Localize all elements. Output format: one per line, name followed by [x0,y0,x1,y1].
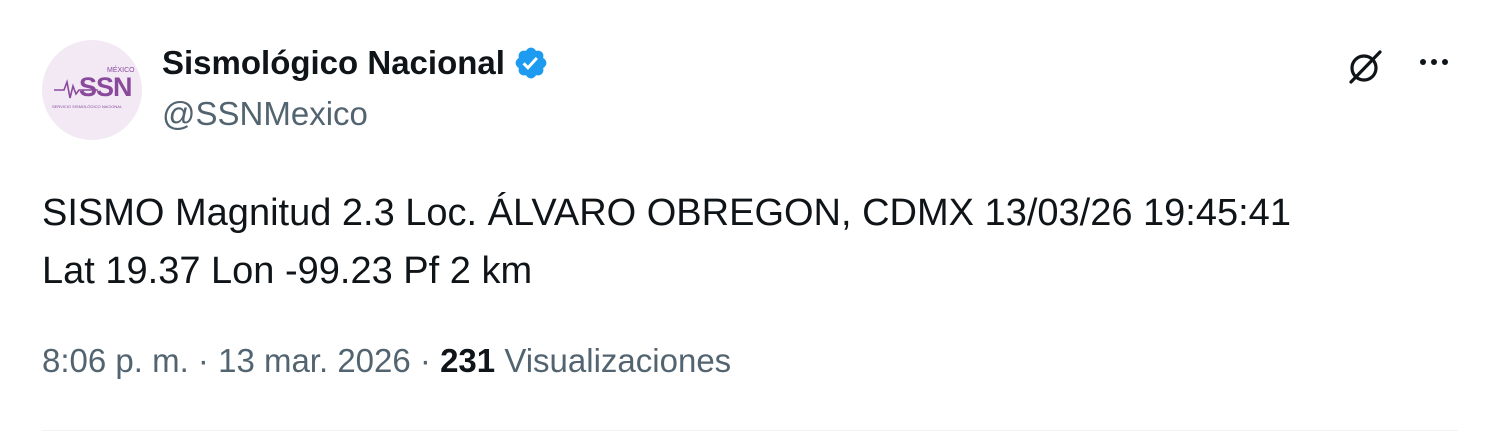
divider [42,430,1458,431]
views-count: 231 [440,342,496,379]
meta-separator: · [419,342,431,379]
display-name[interactable]: Sismológico Nacional [162,44,505,82]
views-label[interactable]: Visualizaciones [504,342,731,379]
tweet-card[interactable]: MÉXICO SSN SERVICIO SISMOLÓGICO NACIONAL… [0,0,1500,434]
more-dot [1431,59,1437,65]
more-dots-icon [1420,59,1426,65]
tweet-text-line: SISMO Magnitud 2.3 Loc. ÁLVARO OBREGON, … [42,192,1291,234]
avatar[interactable]: MÉXICO SSN SERVICIO SISMOLÓGICO NACIONAL [42,40,142,140]
more-options-button[interactable] [1412,44,1456,80]
tweet-text-line: Lat 19.37 Lon -99.23 Pf 2 km [42,250,533,292]
grok-icon[interactable] [1343,44,1387,88]
author-name-row[interactable]: Sismológico Nacional [162,44,549,82]
tweet-time[interactable]: 8:06 p. m. [42,342,189,379]
tweet-date[interactable]: 13 mar. 2026 [218,342,411,379]
meta-separator: · [197,342,209,379]
logo-subtitle: SERVICIO SISMOLÓGICO NACIONAL [52,104,123,109]
author-handle[interactable]: @SSNMexico [162,95,368,133]
tweet-meta: 8:06 p. m. · 13 mar. 2026 · 231 Visualiz… [42,342,731,380]
tweet-text: SISMO Magnitud 2.3 Loc. ÁLVARO OBREGON, … [42,184,1462,300]
verified-badge-icon [515,47,547,79]
logo-text: SSN [79,72,133,102]
more-dot [1442,59,1448,65]
